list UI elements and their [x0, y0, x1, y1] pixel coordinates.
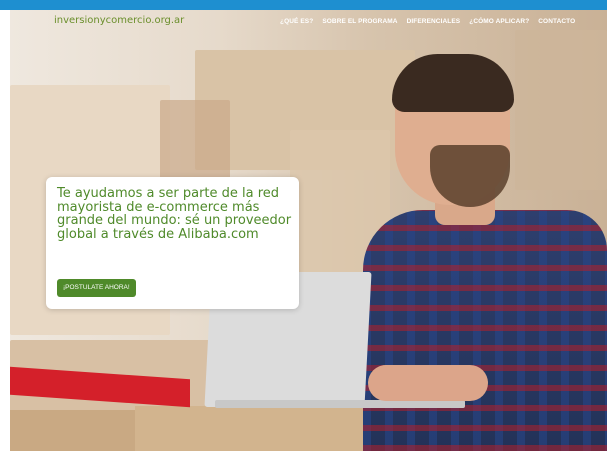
apply-now-button[interactable]: ¡POSTULATE AHORA! — [57, 279, 136, 297]
man-plaid-shirt — [363, 210, 607, 451]
man-hands — [368, 365, 488, 401]
site-logo[interactable]: inversionycomercio.org.ar — [54, 15, 184, 26]
cardboard-box — [515, 30, 607, 190]
top-navigation: inversionycomercio.org.ar ¿QUÉ ES? SOBRE… — [10, 10, 607, 34]
hero-headline: Te ayudamos a ser parte de la red mayori… — [57, 186, 292, 242]
man-hair — [392, 54, 514, 112]
nav-item-diferenciales[interactable]: DIFERENCIALES — [407, 18, 461, 25]
nav-item-sobre-el-programa[interactable]: SOBRE EL PROGRAMA — [322, 18, 397, 25]
laptop-base — [215, 400, 465, 408]
top-color-strip — [0, 0, 607, 10]
main-menu: ¿QUÉ ES? SOBRE EL PROGRAMA DIFERENCIALES… — [280, 18, 575, 25]
cardboard-box — [10, 410, 140, 451]
nav-item-que-es[interactable]: ¿QUÉ ES? — [280, 18, 313, 25]
hero-card: Te ayudamos a ser parte de la red mayori… — [46, 177, 299, 309]
nav-item-como-aplicar[interactable]: ¿CÓMO APLICAR? — [469, 18, 529, 25]
nav-item-contacto[interactable]: CONTACTO — [538, 18, 575, 25]
